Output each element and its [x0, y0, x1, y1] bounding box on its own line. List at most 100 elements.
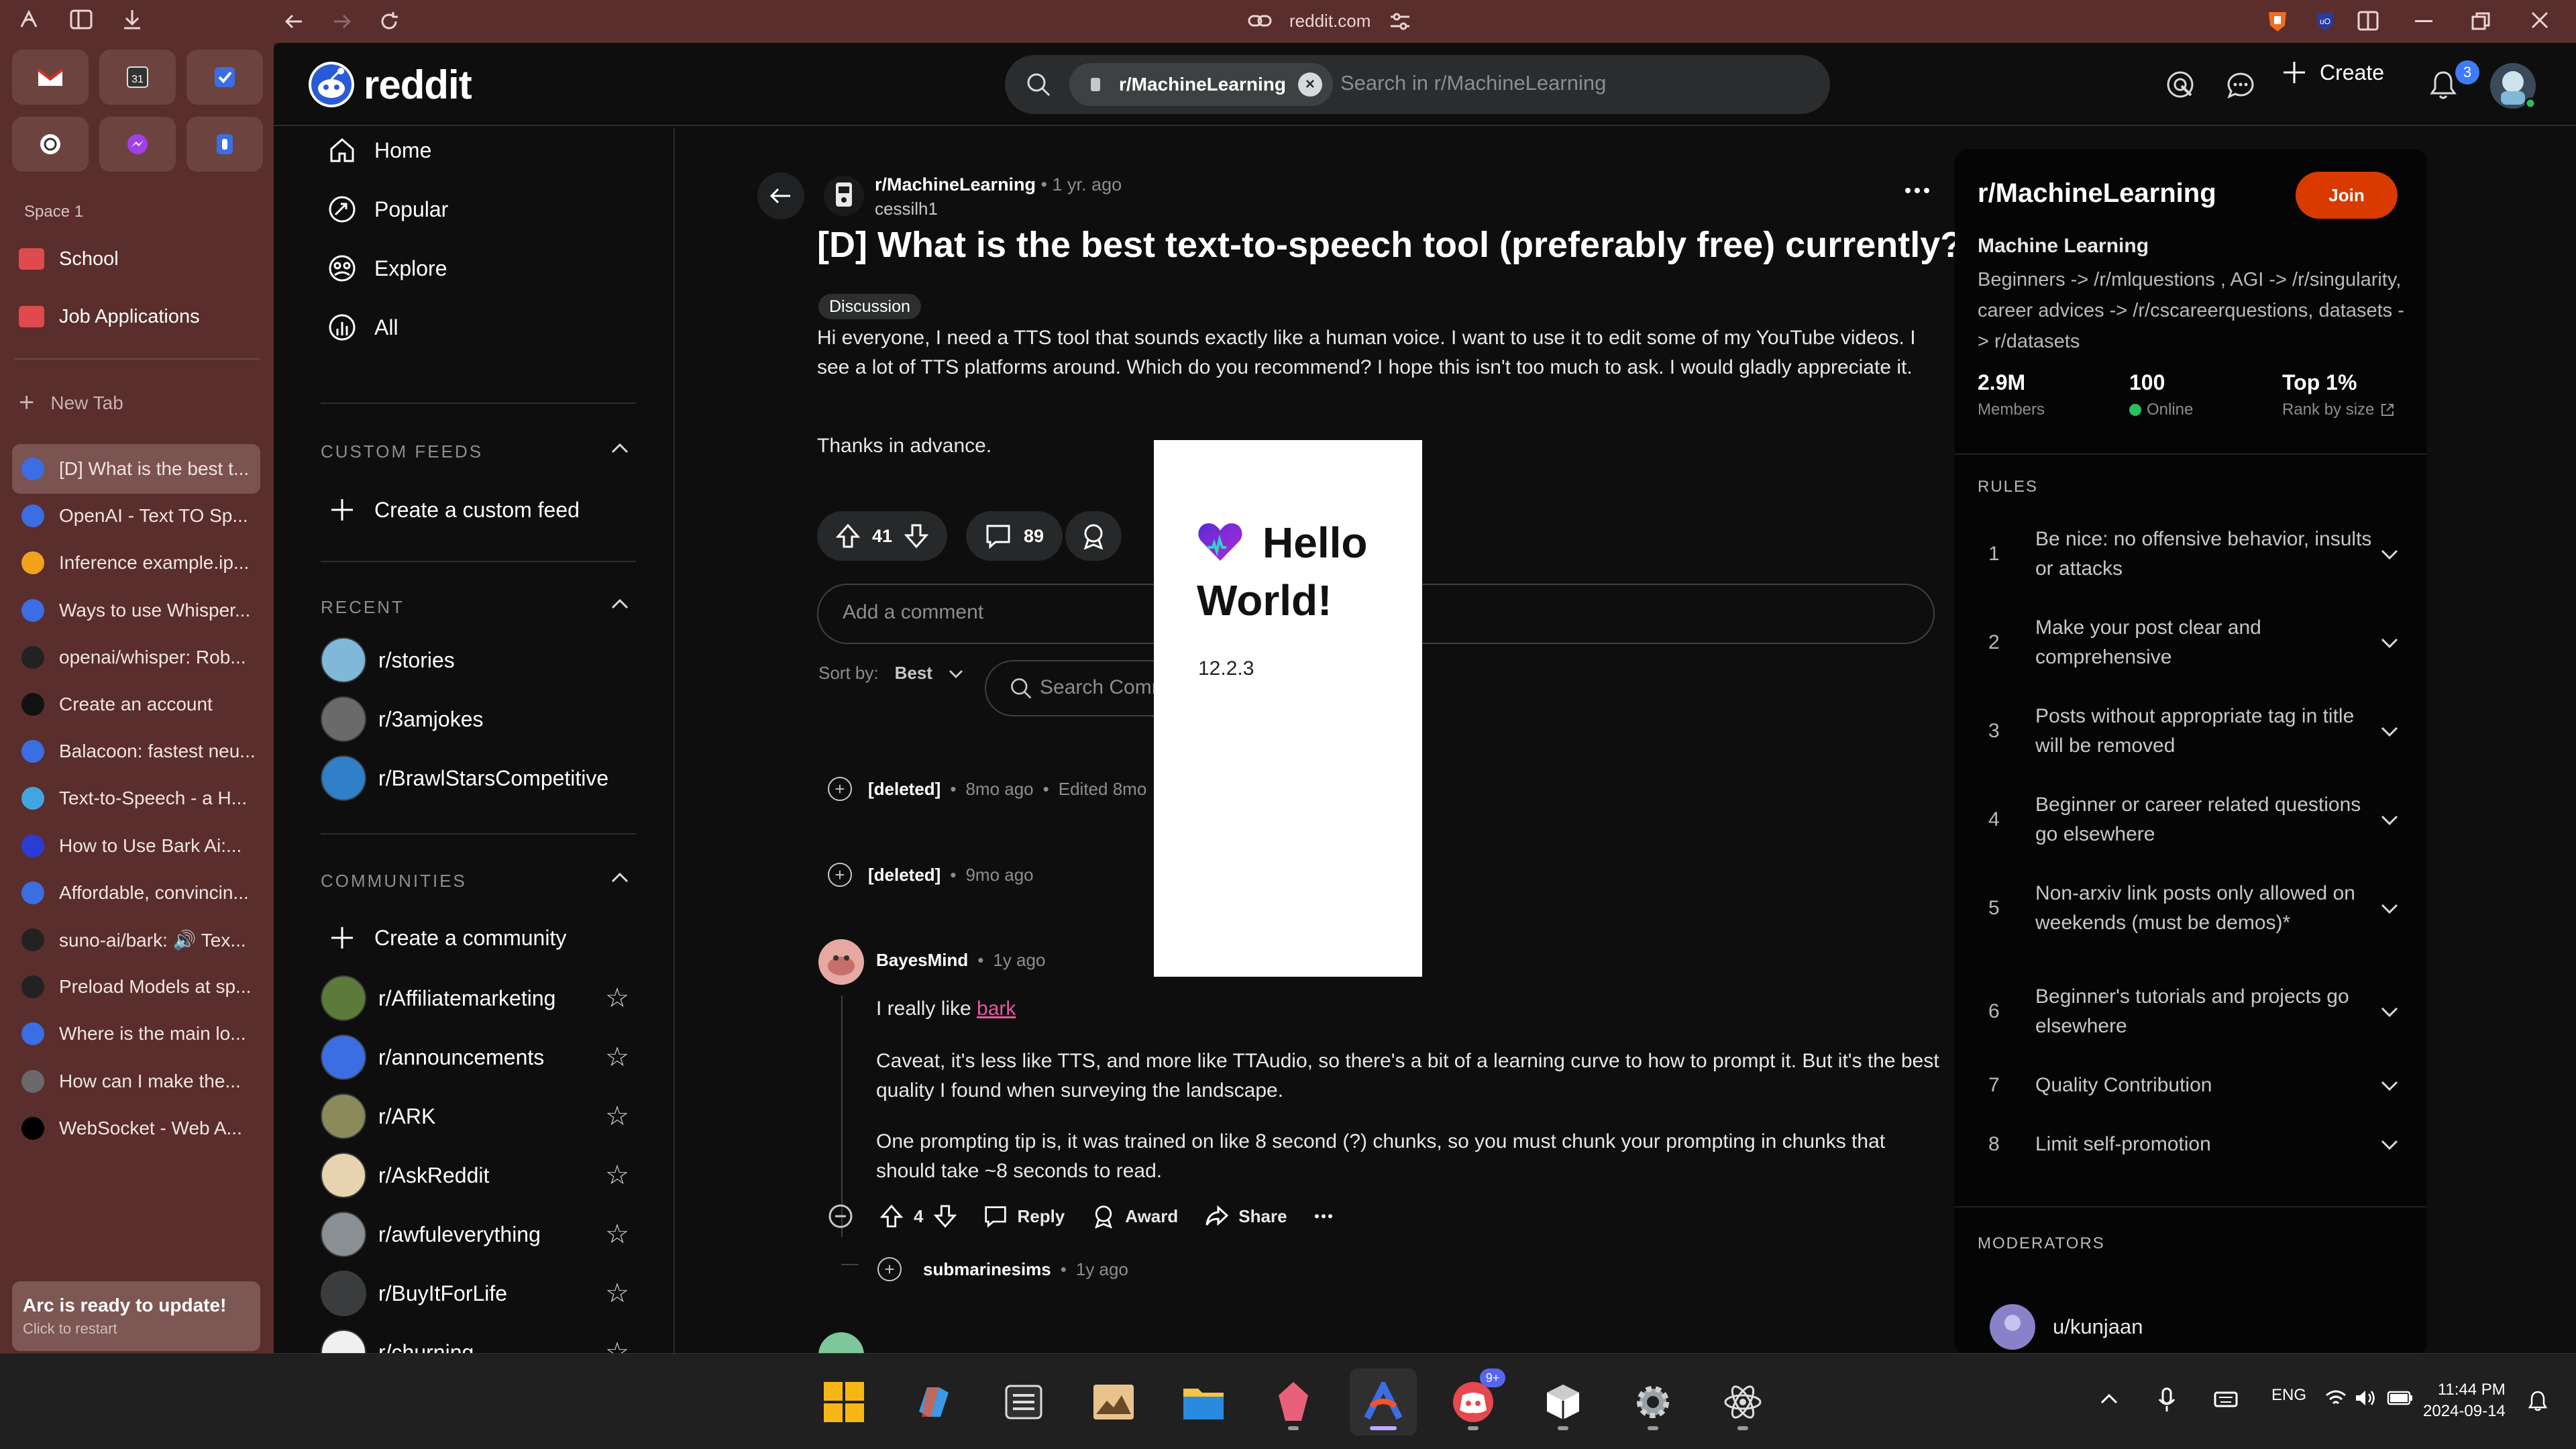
browser-tab[interactable]: WebSocket - Web A... [12, 1104, 260, 1153]
arc-logo-icon[interactable] [17, 8, 40, 31]
favorite-star-icon[interactable]: ☆ [605, 1101, 629, 1132]
comment-author[interactable]: submarinesims [923, 1259, 1051, 1280]
browser-tab[interactable]: Preload Models at sp... [12, 962, 260, 1012]
system-clock[interactable]: 11:44 PM 2024-09-14 [2423, 1379, 2506, 1422]
comment-author[interactable]: BayesMind [876, 950, 968, 971]
collapse-comment-icon[interactable] [828, 1203, 853, 1229]
browser-tab[interactable]: Text-to-Speech - a H... [12, 773, 260, 823]
favorite-star-icon[interactable]: ☆ [605, 1337, 629, 1353]
rule-item[interactable]: 4 Beginner or career related questions go… [1978, 790, 2407, 849]
expand-comment-icon[interactable]: + [828, 863, 852, 887]
start-button[interactable] [810, 1368, 877, 1436]
browser-tab[interactable]: How can I make the... [12, 1057, 260, 1106]
comment-link[interactable]: bark [977, 998, 1016, 1020]
chevron-up-icon[interactable] [2100, 1393, 2118, 1405]
split-view-icon[interactable] [2357, 11, 2379, 31]
url-bar[interactable]: reddit.com [1289, 11, 1371, 32]
upvote-icon[interactable] [836, 523, 860, 549]
browser-tab[interactable]: Where is the main lo... [12, 1009, 260, 1059]
create-custom-feed[interactable]: Create a custom feed [327, 490, 580, 530]
rule-item[interactable]: 7 Quality Contribution [1978, 1071, 2407, 1100]
community-item[interactable]: r/ARK ☆ [321, 1092, 629, 1140]
discord-app[interactable]: 9+ [1440, 1368, 1507, 1436]
browser-tab[interactable]: Ways to use Whisper... [12, 586, 260, 635]
user-avatar[interactable] [2489, 62, 2537, 110]
downvote-icon[interactable] [934, 1204, 957, 1228]
favorite-star-icon[interactable]: ☆ [605, 983, 629, 1014]
expand-comment-icon[interactable]: + [828, 777, 852, 801]
rule-item[interactable]: 3 Posts without appropriate tag in title … [1978, 702, 2407, 761]
create-post-button[interactable]: Create [2281, 59, 2384, 86]
community-item[interactable]: r/announcements ☆ [321, 1033, 629, 1081]
nav-all[interactable]: All [327, 307, 398, 347]
reddit-wordmark[interactable]: reddit [364, 62, 472, 108]
search-input[interactable]: Search in r/MachineLearning [1340, 71, 1606, 95]
browser-tab[interactable]: OpenAI - Text TO Sp... [12, 491, 260, 541]
communities-header[interactable]: COMMUNITIES [321, 871, 629, 892]
pinned-calendar[interactable]: 31 [99, 50, 176, 105]
rule-item[interactable]: 2 Make your post clear and comprehensive [1978, 613, 2407, 672]
pinned-app[interactable] [186, 117, 263, 172]
rank-stat[interactable]: Top 1% Rank by size [2282, 370, 2396, 419]
browser-tab[interactable]: suno-ai/bark: 🔊 Tex... [12, 915, 260, 965]
search-scope-chip[interactable]: r/MachineLearning × [1069, 63, 1333, 106]
ublock-icon[interactable]: uO [2314, 11, 2336, 32]
browser-tab[interactable]: openai/whisper: Rob... [12, 633, 260, 682]
folder-job-applications[interactable]: Job Applications [19, 297, 200, 337]
task-manager-app[interactable] [990, 1368, 1057, 1436]
copilot-app[interactable] [900, 1368, 967, 1436]
subreddit-icon[interactable] [822, 174, 865, 217]
upvote-icon[interactable] [880, 1204, 903, 1228]
commenter-avatar[interactable] [817, 1331, 865, 1353]
comments-button[interactable]: 89 [966, 511, 1063, 561]
arc-browser-app[interactable] [1350, 1368, 1417, 1436]
community-item[interactable]: r/churning ☆ [321, 1328, 629, 1353]
forward-icon[interactable] [330, 9, 354, 34]
brave-shield-icon[interactable] [2266, 9, 2289, 34]
browser-tab[interactable]: [D] What is the best t... [12, 444, 260, 494]
clear-chip-icon[interactable]: × [1297, 72, 1322, 97]
arc-update-notice[interactable]: Arc is ready to update! Click to restart [12, 1281, 260, 1351]
favorite-star-icon[interactable]: ☆ [605, 1219, 629, 1250]
favorite-star-icon[interactable]: ☆ [605, 1042, 629, 1073]
favorite-star-icon[interactable]: ☆ [605, 1160, 629, 1191]
join-button[interactable]: Join [2296, 172, 2398, 219]
rule-item[interactable]: 8 Limit self-promotion [1978, 1130, 2407, 1159]
favorite-star-icon[interactable]: ☆ [605, 1278, 629, 1309]
restore-icon[interactable] [2471, 12, 2490, 31]
browser-tab[interactable]: Inference example.ip... [12, 538, 260, 588]
award-button[interactable] [1065, 511, 1122, 561]
language-indicator[interactable]: ENG [2271, 1386, 2306, 1405]
folder-school[interactable]: School [19, 239, 119, 279]
community-item[interactable]: r/BrawlStarsCompetitive [321, 754, 629, 802]
create-community[interactable]: Create a community [327, 918, 566, 958]
commenter-avatar[interactable] [817, 938, 865, 986]
community-item[interactable]: r/awfuleverything ☆ [321, 1210, 629, 1258]
pinned-todo[interactable] [186, 50, 263, 105]
search-bar[interactable]: r/MachineLearning × Search in r/MachineL… [1005, 55, 1830, 114]
reload-icon[interactable] [377, 9, 401, 34]
community-item[interactable]: r/stories [321, 636, 629, 684]
cube-app[interactable] [1529, 1368, 1597, 1436]
settings-app[interactable] [1619, 1368, 1686, 1436]
photos-app[interactable] [1080, 1368, 1147, 1436]
more-options-icon[interactable] [1904, 186, 1931, 195]
community-item[interactable]: r/Affiliatemarketing ☆ [321, 974, 629, 1022]
custom-feeds-header[interactable]: CUSTOM FEEDS [321, 441, 629, 462]
battery-icon[interactable] [2387, 1390, 2414, 1406]
reddit-logo-icon[interactable] [307, 60, 356, 109]
new-tab-button[interactable]: + New Tab [19, 388, 123, 418]
nav-explore[interactable]: Explore [327, 248, 447, 288]
pinned-messenger[interactable] [99, 117, 176, 172]
keyboard-icon[interactable] [2214, 1391, 2238, 1407]
browser-tab[interactable]: Create an account [12, 680, 260, 729]
chat-icon[interactable] [2226, 71, 2255, 99]
close-window-icon[interactable] [2530, 11, 2549, 30]
post-flair[interactable]: Discussion [818, 294, 921, 319]
browser-tab[interactable]: Balacoon: fastest neu... [12, 727, 260, 776]
nav-popular[interactable]: Popular [327, 189, 448, 229]
sort-dropdown[interactable]: Best [895, 663, 932, 684]
post-subreddit-link[interactable]: r/MachineLearning [875, 174, 1036, 195]
microphone-icon[interactable] [2157, 1387, 2176, 1413]
reply-button[interactable]: Reply [983, 1205, 1065, 1228]
